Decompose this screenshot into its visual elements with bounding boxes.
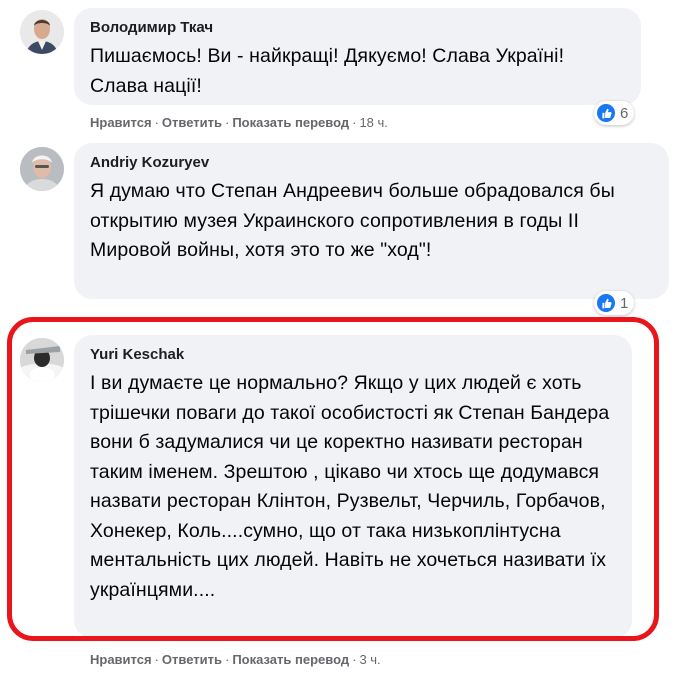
avatar-image <box>20 338 64 382</box>
author-name[interactable]: Yuri Keschak <box>90 345 618 365</box>
separator: · <box>352 652 357 667</box>
timestamp[interactable]: 3 ч. <box>359 652 380 667</box>
reaction-count: 1 <box>620 294 629 312</box>
like-icon <box>597 104 615 122</box>
author-name[interactable]: Andriy Kozuryev <box>90 153 655 173</box>
comment-actions: Нравится · Ответить · Показать перевод · 18 ч. <box>90 114 388 132</box>
separator: · <box>352 115 357 130</box>
reaction-count: 6 <box>620 104 629 122</box>
comment-bubble: Yuri Keschak І ви думаєте це нормально? … <box>74 335 632 638</box>
translate-link[interactable]: Показать перевод <box>232 115 349 130</box>
comment-actions: Нравится · Ответить · Показать перевод · 3 ч. <box>90 651 381 669</box>
reply-link[interactable]: Ответить <box>162 652 222 667</box>
reaction-badge[interactable]: 6 <box>594 101 635 125</box>
timestamp[interactable]: 18 ч. <box>359 115 387 130</box>
translate-link[interactable]: Показать перевод <box>232 652 349 667</box>
separator: · <box>154 652 159 667</box>
avatar[interactable] <box>20 147 64 191</box>
author-name[interactable]: Володимир Ткач <box>90 18 627 38</box>
avatar[interactable] <box>20 10 64 54</box>
separator: · <box>154 115 159 130</box>
avatar-image <box>20 10 64 54</box>
reaction-badge[interactable]: 1 <box>594 291 635 315</box>
like-link[interactable]: Нравится <box>90 115 152 130</box>
comment-text: Я думаю что Степан Андреевич больше обра… <box>90 180 615 261</box>
comment-bubble: Andriy Kozuryev Я думаю что Степан Андре… <box>74 143 669 299</box>
comment-text: Пишаємось! Ви - найкращі! Дякуємо! Слава… <box>90 45 565 97</box>
avatar[interactable] <box>20 338 64 382</box>
like-icon <box>597 294 615 312</box>
like-link[interactable]: Нравится <box>90 652 152 667</box>
reply-link[interactable]: Ответить <box>162 115 222 130</box>
separator: · <box>224 652 230 667</box>
comment-text: І ви думаєте це нормально? Якщо у цих лю… <box>90 372 610 601</box>
avatar-image <box>20 147 64 191</box>
comment-bubble: Володимир Ткач Пишаємось! Ви - найкращі!… <box>74 8 641 105</box>
separator: · <box>224 115 230 130</box>
